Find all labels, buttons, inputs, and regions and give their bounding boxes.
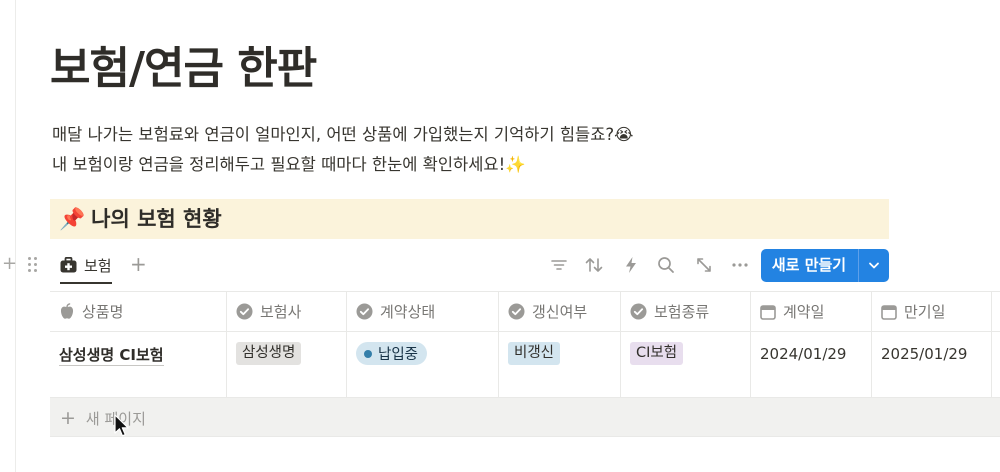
mouse-pointer-icon (114, 414, 129, 437)
chevron-down-icon[interactable] (865, 256, 883, 274)
intro-line-2: 내 보험이랑 연금을 정리해두고 필요할 때마다 한눈에 확인하세요!✨ (52, 155, 526, 174)
cell-renewal[interactable]: 비갱신 (499, 332, 621, 398)
column-header-label: 보험사 (260, 303, 302, 321)
new-page-row[interactable]: + 새 페이지 (50, 397, 1000, 437)
new-button[interactable]: 새로 만들기 (761, 249, 889, 282)
callout-heading[interactable]: 📌 나의 보험 현황 (59, 199, 222, 239)
new-button-divider (858, 249, 859, 282)
pushpin-icon: 📌 (59, 207, 86, 231)
cell-status[interactable]: 납입중 (347, 332, 499, 398)
cell-start-date[interactable]: 2024/01/29 (751, 332, 872, 398)
status-badge: 납입중 (356, 342, 428, 365)
callout-heading-text: 나의 보험 현황 (91, 207, 222, 231)
new-page-button[interactable]: + 새 페이지 (60, 398, 146, 438)
table-header-row: 상품명 보험사 계약상태 갱신여부 보험종류 계약일 만기일 (50, 291, 1000, 331)
check-circle-icon (356, 303, 373, 320)
column-header-label: 갱신여부 (532, 303, 588, 321)
column-header-label: 계약상태 (380, 303, 436, 321)
column-header-company[interactable]: 보험사 (227, 292, 347, 331)
first-aid-kit-icon (60, 257, 77, 273)
page-title: 보험/연금 한판 (50, 43, 317, 94)
table-row[interactable]: 삼성생명 CI보험 삼성생명 납입중 비갱신 CI보험 2024/01/29 2… (50, 331, 1000, 398)
more-icon[interactable] (729, 254, 751, 276)
type-tag: CI보험 (630, 342, 684, 365)
expand-icon[interactable] (693, 254, 715, 276)
automation-bolt-icon[interactable] (620, 254, 642, 276)
database-toolbar: + 보험 + 새로 만들기 (0, 248, 1000, 284)
search-icon[interactable] (655, 254, 677, 276)
cell-product[interactable]: 삼성생명 CI보험 (50, 332, 227, 398)
intro-text: 매달 나가는 보험료와 연금이 얼마인지, 어떤 상품에 가입했는지 기억하기 … (52, 120, 633, 180)
page-margin-rule (15, 0, 16, 472)
sort-icon[interactable] (583, 254, 605, 276)
filter-icon[interactable] (548, 254, 570, 276)
drag-handle-icon[interactable] (27, 255, 39, 273)
renewal-tag: 비갱신 (508, 342, 561, 365)
check-circle-icon (630, 303, 647, 320)
check-circle-icon (508, 303, 525, 320)
intro-line-1: 매달 나가는 보험료와 연금이 얼마인지, 어떤 상품에 가입했는지 기억하기 … (52, 125, 634, 144)
add-block-plus-icon[interactable]: + (2, 253, 17, 274)
column-header-type[interactable]: 보험종류 (621, 292, 751, 331)
plus-icon: + (60, 407, 76, 429)
column-header-label: 계약일 (783, 303, 825, 321)
callout-block: 📌 나의 보험 현황 (50, 199, 889, 239)
column-header-end-date[interactable]: 만기일 (872, 292, 992, 331)
add-view-icon[interactable]: + (130, 252, 147, 276)
column-header-start-date[interactable]: 계약일 (751, 292, 872, 331)
column-header-renewal[interactable]: 갱신여부 (499, 292, 621, 331)
cell-end-date[interactable]: 2025/01/29 (872, 332, 992, 398)
company-tag: 삼성생명 (236, 342, 302, 365)
check-circle-icon (236, 303, 253, 320)
view-tab-label: 보험 (84, 256, 112, 275)
column-header-label: 만기일 (904, 303, 946, 321)
column-header-label: 보험종류 (654, 303, 710, 321)
status-label: 납입중 (378, 347, 419, 363)
cell-company[interactable]: 삼성생명 (227, 332, 347, 398)
status-dot-icon (364, 349, 372, 358)
column-header-product[interactable]: 상품명 (50, 292, 227, 331)
view-tab-insurance[interactable]: 보험 (60, 248, 112, 284)
calendar-icon (881, 304, 897, 320)
new-button-label: 새로 만들기 (771, 256, 847, 274)
apple-icon (60, 303, 74, 319)
cell-type[interactable]: CI보험 (621, 332, 751, 398)
product-name-link[interactable]: 삼성생명 CI보험 (59, 346, 164, 366)
insurance-table: 상품명 보험사 계약상태 갱신여부 보험종류 계약일 만기일 삼성생명 CI보험… (50, 291, 1000, 398)
column-header-label: 상품명 (82, 303, 124, 321)
calendar-icon (760, 304, 776, 320)
column-header-status[interactable]: 계약상태 (347, 292, 499, 331)
